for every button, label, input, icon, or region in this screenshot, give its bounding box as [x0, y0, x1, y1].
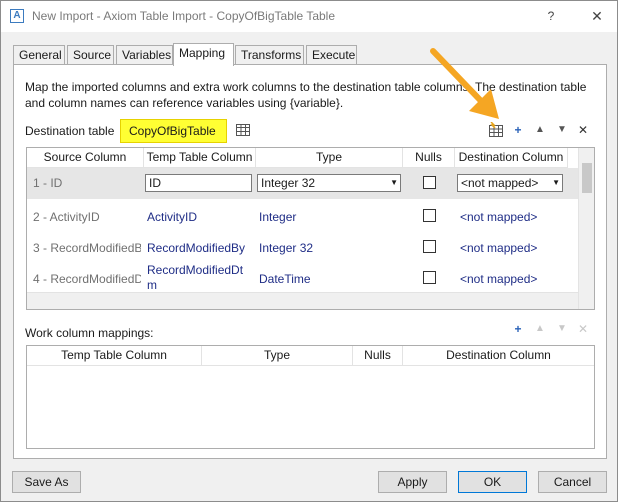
work-column-grid: Temp Table Column Type Nulls Destination…: [26, 345, 595, 449]
temp-column-cell[interactable]: RecordModifiedBy: [147, 241, 253, 255]
chevron-down-icon: ▼: [552, 178, 560, 187]
mapping-panel: Map the imported columns and extra work …: [13, 64, 607, 459]
temp-column-input[interactable]: ID: [145, 174, 252, 192]
help-button[interactable]: ?: [539, 5, 563, 27]
header-source-column[interactable]: Source Column: [27, 148, 144, 168]
destination-column-cell[interactable]: <not mapped>: [460, 241, 566, 255]
delete-mapping-icon[interactable]: ✕: [576, 123, 590, 137]
destination-column-cell[interactable]: <not mapped>: [460, 210, 566, 224]
add-work-column-icon[interactable]: +: [511, 322, 525, 336]
header-nulls[interactable]: Nulls: [403, 148, 455, 168]
scrollbar-thumb[interactable]: [582, 163, 592, 193]
window-title: New Import - Axiom Table Import - CopyOf…: [32, 9, 336, 23]
destination-column-cell[interactable]: <not mapped>: [460, 272, 566, 286]
destination-select-value: <not mapped>: [461, 176, 539, 190]
auto-map-table-icon[interactable]: [488, 122, 504, 138]
save-as-button[interactable]: Save As: [12, 471, 81, 493]
import-dialog: A New Import - Axiom Table Import - Copy…: [0, 0, 618, 502]
tab-variables[interactable]: Variables: [116, 45, 173, 65]
temp-column-cell[interactable]: ActivityID: [147, 210, 253, 224]
mapping-row[interactable]: 2 - ActivityID ActivityID Integer <not m…: [27, 199, 578, 230]
nulls-checkbox[interactable]: [423, 240, 436, 253]
work-header-nulls[interactable]: Nulls: [353, 346, 403, 366]
mapping-row[interactable]: 3 - RecordModifiedB RecordModifiedBy Int…: [27, 230, 578, 261]
tab-general[interactable]: General: [13, 45, 65, 65]
source-column-cell: 4 - RecordModifiedD: [33, 272, 141, 286]
title-bar: A New Import - Axiom Table Import - Copy…: [1, 1, 617, 32]
tab-mapping[interactable]: Mapping: [173, 43, 234, 66]
table-picker-icon[interactable]: [236, 124, 250, 136]
horizontal-scrollbar[interactable]: [27, 292, 578, 309]
tab-transforms[interactable]: Transforms: [235, 45, 304, 65]
vertical-scrollbar[interactable]: [578, 148, 594, 309]
tab-execute[interactable]: Execute: [306, 45, 357, 65]
type-cell[interactable]: Integer 32: [259, 241, 399, 255]
column-mapping-grid: Source Column Temp Table Column Type Nul…: [26, 147, 595, 310]
header-temp-table-column[interactable]: Temp Table Column: [144, 148, 256, 168]
destination-table-input[interactable]: CopyOfBigTable: [120, 119, 227, 143]
source-column-cell: 1 - ID: [33, 176, 63, 190]
work-header-type[interactable]: Type: [202, 346, 353, 366]
source-column-cell: 3 - RecordModifiedB: [33, 241, 141, 255]
mapping-description: Map the imported columns and extra work …: [25, 80, 587, 110]
type-select[interactable]: Integer 32 ▼: [257, 174, 401, 192]
close-button[interactable]: ✕: [584, 5, 610, 27]
header-destination-column[interactable]: Destination Column: [455, 148, 568, 168]
nulls-checkbox[interactable]: [423, 176, 436, 189]
mapping-row[interactable]: 1 - ID ID Integer 32 ▼ <not mapped> ▼: [27, 168, 578, 199]
destination-column-select[interactable]: <not mapped> ▼: [457, 174, 563, 192]
work-move-up-icon[interactable]: ▲: [533, 322, 547, 336]
tab-source[interactable]: Source: [67, 45, 114, 65]
cancel-button[interactable]: Cancel: [538, 471, 607, 493]
temp-column-line: RecordModifiedDt: [147, 263, 244, 277]
ok-button[interactable]: OK: [458, 471, 527, 493]
work-header-destination-column[interactable]: Destination Column: [403, 346, 594, 366]
nulls-checkbox[interactable]: [423, 271, 436, 284]
header-type[interactable]: Type: [256, 148, 403, 168]
type-cell[interactable]: Integer: [259, 210, 399, 224]
destination-table-label: Destination table: [25, 124, 115, 138]
source-column-cell: 2 - ActivityID: [33, 210, 100, 224]
apply-button[interactable]: Apply: [378, 471, 447, 493]
work-delete-icon[interactable]: ✕: [576, 322, 590, 336]
move-down-icon[interactable]: ▼: [555, 123, 569, 137]
temp-column-cell[interactable]: RecordModifiedDt m: [147, 263, 253, 293]
move-up-icon[interactable]: ▲: [533, 123, 547, 137]
app-icon: A: [10, 9, 24, 23]
nulls-checkbox[interactable]: [423, 209, 436, 222]
chevron-down-icon: ▼: [390, 178, 398, 187]
work-column-label: Work column mappings:: [25, 326, 154, 340]
work-header-temp-table-column[interactable]: Temp Table Column: [27, 346, 202, 366]
type-select-value: Integer 32: [261, 176, 316, 190]
type-cell[interactable]: DateTime: [259, 272, 399, 286]
temp-column-line: m: [147, 278, 157, 292]
add-mapping-icon[interactable]: +: [511, 123, 525, 137]
mapping-row[interactable]: 4 - RecordModifiedD RecordModifiedDt m D…: [27, 261, 578, 292]
work-move-down-icon[interactable]: ▼: [555, 322, 569, 336]
